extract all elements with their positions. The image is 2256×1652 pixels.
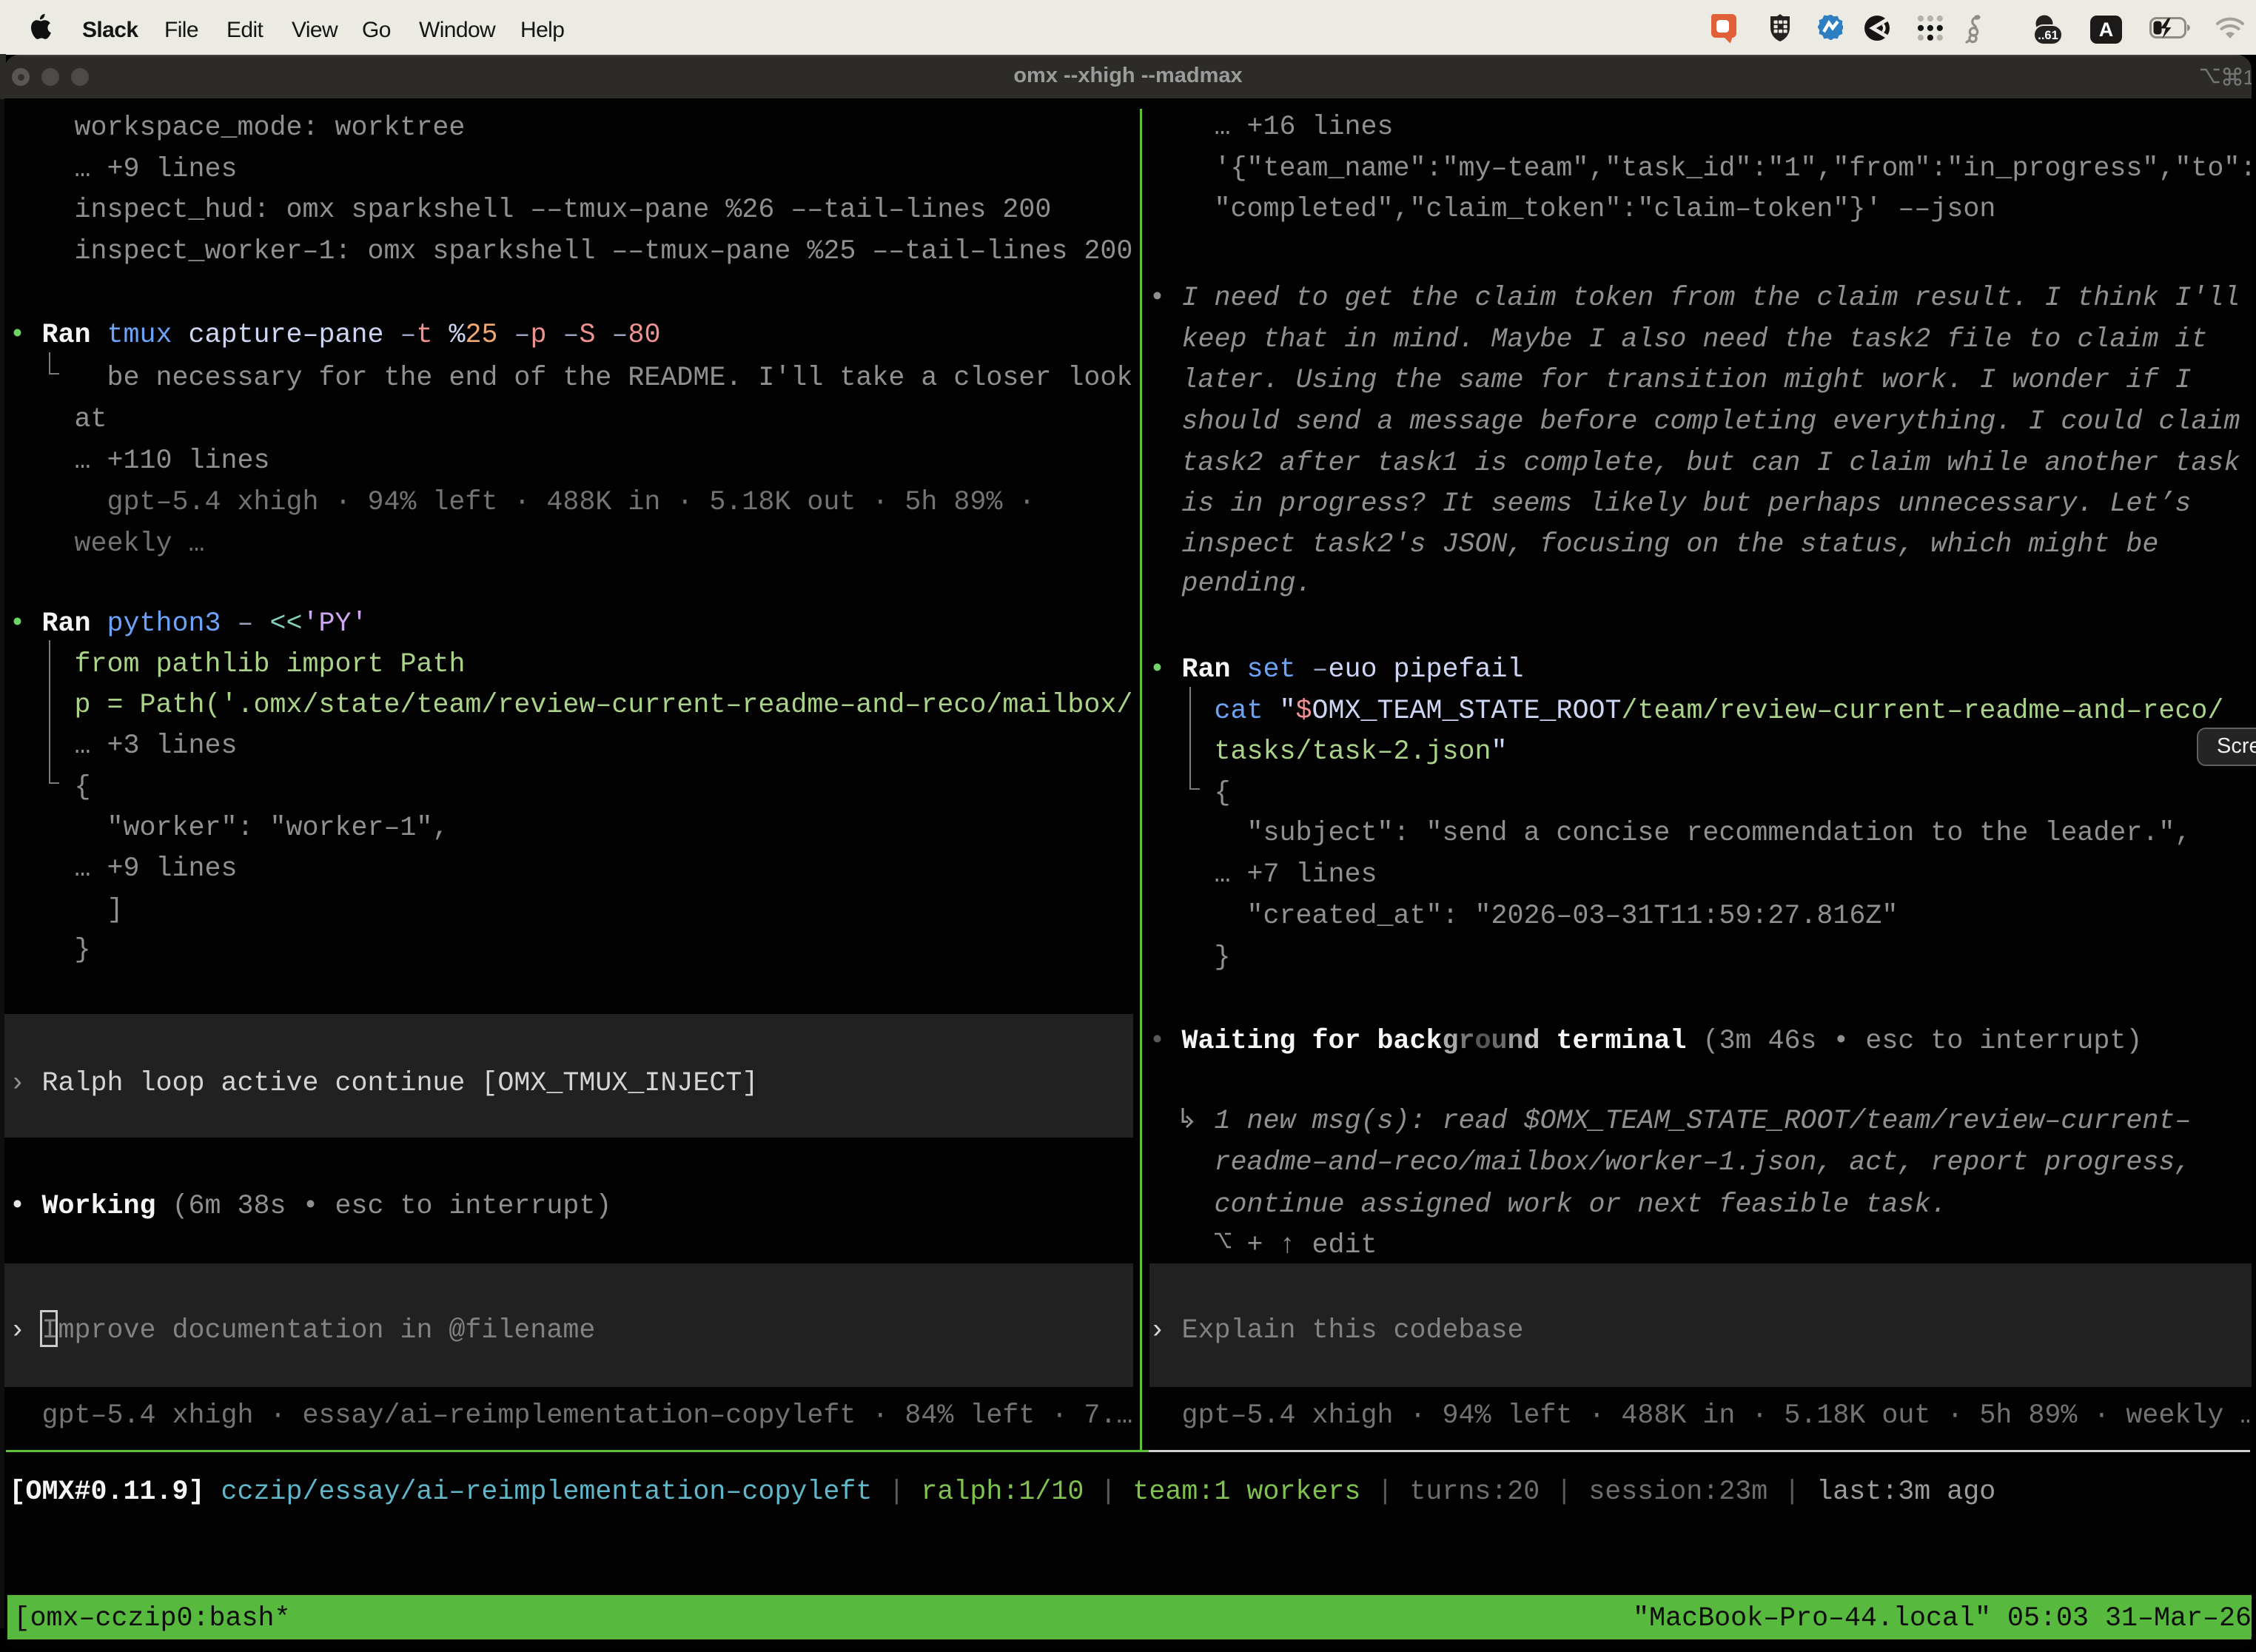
svg-text:..61: ..61 [2038, 29, 2058, 42]
svg-text:1: 1 [2243, 66, 2252, 88]
